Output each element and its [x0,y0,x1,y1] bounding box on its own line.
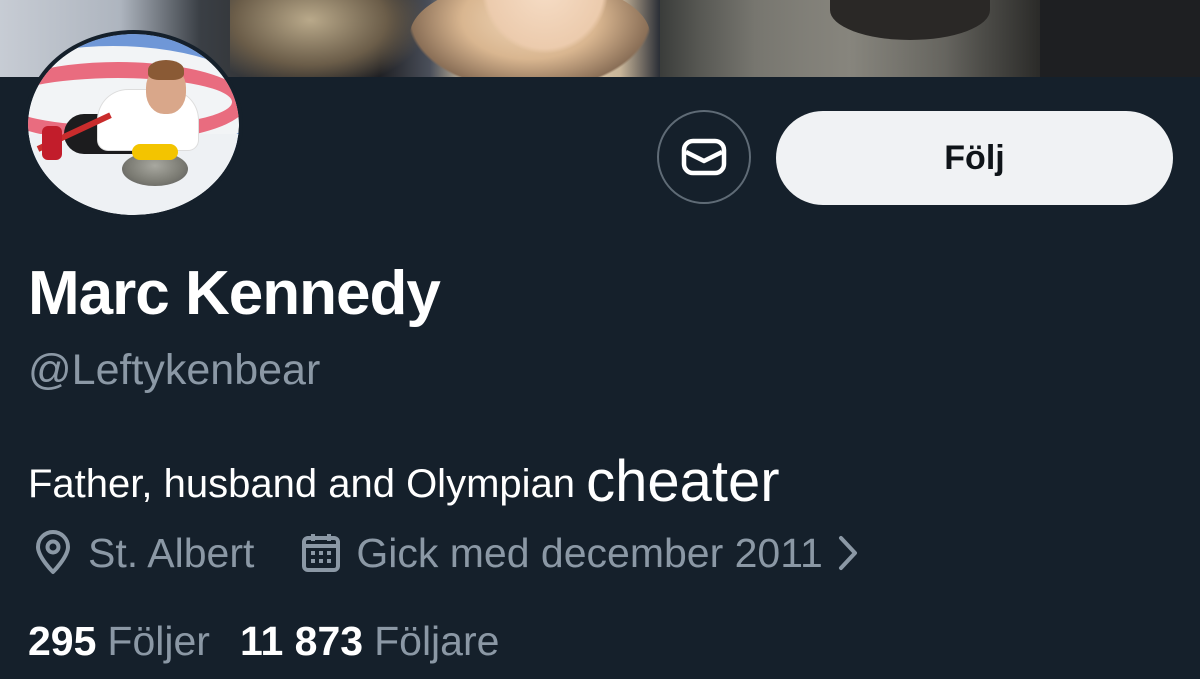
followers-count: 11 873 [239,618,364,664]
profile-avatar[interactable] [24,30,243,219]
avatar-curling-stone [132,144,178,160]
bio-emphasis: cheater [586,449,780,514]
join-date-text: Gick med december 2011 [356,529,823,576]
profile-stats: 295 Följer 11 873 Följare [28,618,499,665]
banner-figure [230,0,430,77]
avatar-player [42,126,62,160]
avatar-photo [28,34,239,215]
user-handle: @Leftykenbear [28,346,321,394]
profile-meta: St. Albert Gick med december 2011 [30,528,859,578]
follow-button[interactable]: Följ [776,111,1173,205]
chevron-right-icon [837,534,859,572]
banner-figure [1040,0,1200,77]
following-link[interactable]: 295 Följer [28,618,210,665]
envelope-icon [681,138,727,176]
location: St. Albert [30,528,254,578]
join-date[interactable]: Gick med december 2011 [298,528,858,578]
followers-label: Följare [374,618,500,664]
location-text: St. Albert [88,529,255,576]
bio-text: Father, husband and Olympian [28,462,576,506]
profile-bio: Father, husband and Olympian cheater [28,444,780,514]
following-label: Följer [107,618,210,664]
profile-page: Följ Marc Kennedy @Leftykenbear Father, … [0,0,1200,679]
display-name: Marc Kennedy [28,259,441,328]
location-pin-icon [30,528,76,578]
calendar-icon [298,528,344,578]
avatar-player [148,60,184,80]
message-button[interactable] [657,110,751,204]
followers-link[interactable]: 11 873 Följare [240,618,499,665]
following-count: 295 [28,618,97,664]
